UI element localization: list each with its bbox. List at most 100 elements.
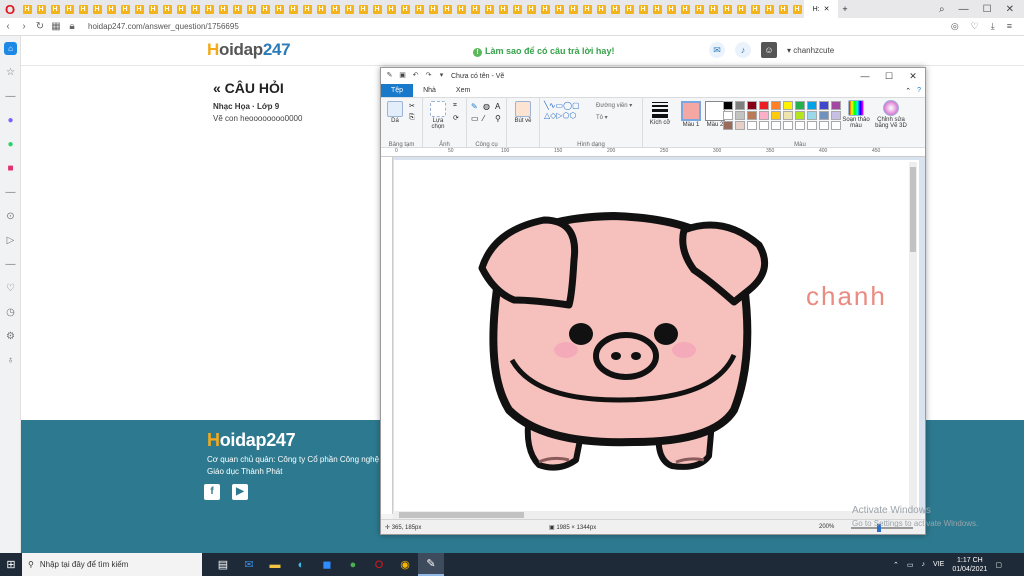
paste-button[interactable]: Dá [385, 101, 405, 124]
browser-tab[interactable]: H [244, 0, 258, 18]
browser-tab[interactable]: H [20, 0, 34, 18]
browser-tab[interactable]: H [594, 0, 608, 18]
text-icon[interactable]: A [495, 102, 500, 111]
color-swatch[interactable] [747, 111, 757, 120]
browser-tab[interactable]: H [230, 0, 244, 18]
color-swatch[interactable] [783, 111, 793, 120]
browser-tab[interactable]: H [258, 0, 272, 18]
color-swatch[interactable] [807, 111, 817, 120]
close-window-icon[interactable]: ✕ [1006, 4, 1014, 15]
browser-tab[interactable]: H [748, 0, 762, 18]
tray-chevron-icon[interactable]: ⌃ [893, 561, 899, 569]
browser-tab[interactable]: H [188, 0, 202, 18]
browser-tab[interactable]: H [328, 0, 342, 18]
browser-tab[interactable]: H [146, 0, 160, 18]
browser-tab[interactable]: H [720, 0, 734, 18]
taskbar-search[interactable]: ⚲ Nhập tại đây để tìm kiếm [22, 553, 202, 576]
select-button[interactable]: Lựa chọn [427, 101, 449, 130]
task-view-icon[interactable]: ▤ [210, 553, 236, 576]
color-swatch[interactable] [807, 121, 817, 130]
tab-view[interactable]: Xem [446, 84, 480, 97]
opera-taskbar-icon[interactable]: O [366, 553, 392, 576]
redo-icon[interactable]: ↷ [424, 71, 433, 80]
color-swatch[interactable] [747, 101, 757, 110]
browser-tab[interactable]: H [48, 0, 62, 18]
color-picker-icon[interactable]: ⁄ [483, 114, 484, 123]
browser-tab[interactable]: H [62, 0, 76, 18]
browser-tab[interactable]: H [454, 0, 468, 18]
forward-icon[interactable]: › [16, 21, 32, 32]
color-swatch[interactable] [795, 121, 805, 130]
browser-tab[interactable]: H [398, 0, 412, 18]
fill-button[interactable]: Tô ▾ [596, 114, 608, 121]
browser-tab[interactable]: H [440, 0, 454, 18]
browser-tab-active[interactable]: H: ✕ [804, 0, 838, 18]
bulb-icon[interactable]: ♁ [0, 348, 21, 372]
browser-tab[interactable]: H [356, 0, 370, 18]
messenger-icon[interactable]: ● [0, 108, 21, 132]
browser-tab[interactable]: H [132, 0, 146, 18]
browser-tab[interactable]: H [104, 0, 118, 18]
vertical-scrollbar[interactable] [909, 162, 917, 514]
home-icon[interactable]: ⌂ [0, 36, 21, 60]
color-swatch[interactable] [771, 121, 781, 130]
pencil-icon[interactable]: ✎ [471, 102, 478, 111]
color-swatch[interactable] [831, 111, 841, 120]
mail-icon[interactable]: ✉ [236, 553, 262, 576]
download-icon[interactable]: ⤓ [991, 21, 995, 32]
browser-tab[interactable]: H [272, 0, 286, 18]
bell-icon[interactable]: ♪ [735, 42, 751, 58]
cut-icon[interactable]: ✂ [409, 102, 415, 110]
edge-icon[interactable]: ◐ [288, 553, 314, 576]
color-swatch[interactable] [723, 101, 733, 110]
color-swatch[interactable] [735, 111, 745, 120]
browser-tab[interactable]: H [636, 0, 650, 18]
paint3d-button[interactable]: Chỉnh sửa bằng Vẽ 3D [873, 100, 909, 129]
crop-icon[interactable]: ⌗ [453, 102, 457, 110]
undo-icon[interactable]: ↶ [411, 71, 420, 80]
youtube-icon[interactable]: ▶ [232, 484, 248, 500]
browser-tab[interactable]: H [776, 0, 790, 18]
collapse-ribbon-icon[interactable]: ⌃ [905, 87, 911, 95]
app-green-icon[interactable]: ● [340, 553, 366, 576]
horizontal-scrollbar[interactable] [393, 511, 921, 519]
customize-icon[interactable]: ▾ [437, 71, 446, 80]
browser-tab[interactable]: H [342, 0, 356, 18]
paint-minimize-button[interactable]: — [853, 71, 877, 82]
speed-dial-icon[interactable]: ▦ [48, 21, 64, 32]
fill-bucket-icon[interactable]: ◍ [483, 102, 490, 111]
brush-button[interactable]: Bút vẽ [511, 101, 535, 124]
chrome-icon[interactable]: ◉ [392, 553, 418, 576]
save-icon[interactable]: ▣ [398, 71, 407, 80]
camera-icon[interactable]: ◎ [951, 21, 959, 32]
color-swatch[interactable] [819, 121, 829, 130]
shapes-gallery[interactable]: ╲∿▭◯▢ △◇▷⬠⬡ [544, 101, 592, 121]
tip-link[interactable]: ! Làm sao để có câu trả lời hay! [473, 46, 614, 57]
color-swatch[interactable] [783, 121, 793, 130]
color-swatch[interactable] [759, 111, 769, 120]
color-swatch[interactable] [831, 121, 841, 130]
browser-tab[interactable]: H [608, 0, 622, 18]
clock-icon[interactable]: ◷ [0, 300, 21, 324]
color-swatch[interactable] [759, 121, 769, 130]
notifications-icon[interactable]: ▢ [995, 561, 1002, 569]
color-swatch[interactable] [819, 101, 829, 110]
username[interactable]: ▾ chanhzcute [787, 46, 834, 55]
file-explorer-icon[interactable]: ▬ [262, 553, 288, 576]
reload-icon[interactable]: ↻ [32, 21, 48, 32]
volume-icon[interactable]: ♪ [922, 561, 926, 568]
color-swatch[interactable] [783, 101, 793, 110]
browser-tab[interactable]: H [664, 0, 678, 18]
size-button[interactable]: Kích cỡ [649, 100, 671, 126]
avatar[interactable]: ☺ [761, 42, 777, 58]
close-tab-icon[interactable]: ✕ [824, 5, 830, 13]
paint-taskbar-icon[interactable]: ✎ [418, 553, 444, 576]
browser-tab[interactable]: H [160, 0, 174, 18]
bookmark-heart-icon[interactable]: ♡ [0, 276, 21, 300]
browser-tab[interactable]: H [524, 0, 538, 18]
opera-menu-icon[interactable]: O [0, 0, 20, 18]
browser-tab[interactable]: H [202, 0, 216, 18]
browser-tab[interactable]: H [384, 0, 398, 18]
copy-icon[interactable]: ⎘ [409, 114, 415, 122]
help-icon[interactable]: ? [917, 87, 921, 95]
